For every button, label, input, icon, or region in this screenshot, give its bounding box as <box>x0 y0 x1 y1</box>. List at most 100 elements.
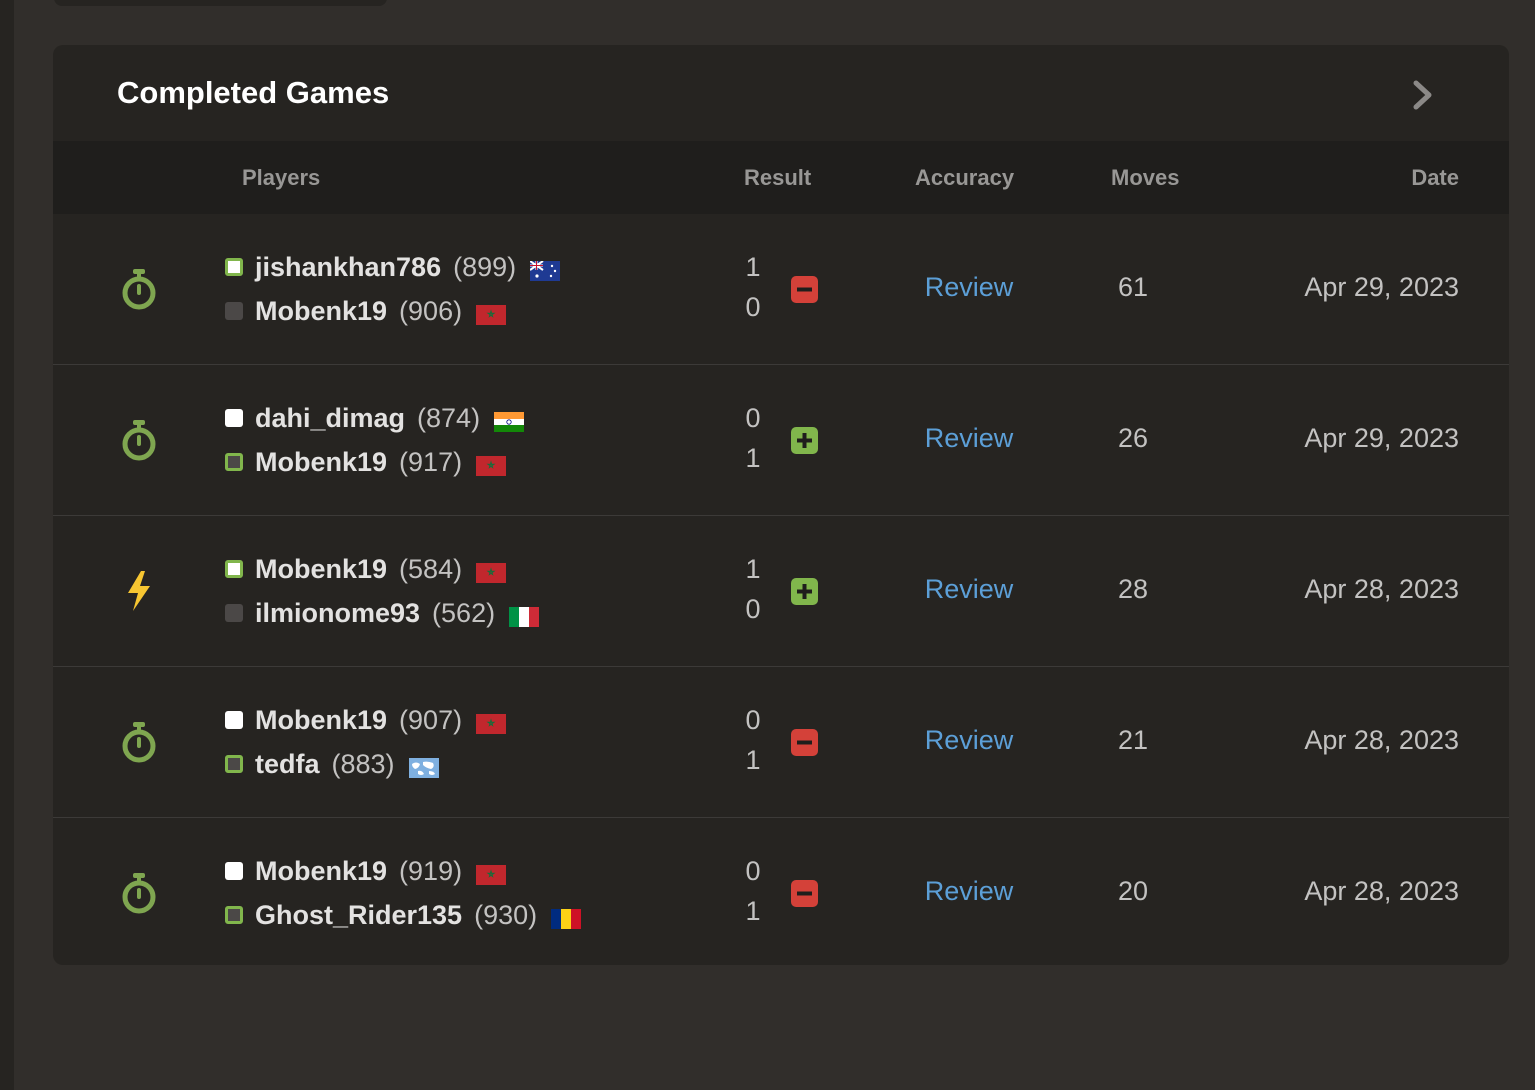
player-black: tedfa (883) <box>225 749 439 779</box>
view-all-button[interactable] <box>1405 77 1441 113</box>
stopwatch-icon <box>119 418 159 462</box>
white-piece-square <box>225 862 243 880</box>
player-rating: (874) <box>417 402 481 433</box>
loss-icon <box>791 729 818 756</box>
moves-count: 61 <box>1117 272 1149 302</box>
moves-count: 20 <box>1117 876 1149 906</box>
chevron-right-icon <box>1413 80 1432 110</box>
player-black: ilmionome93 (562) <box>225 597 540 629</box>
table-row[interactable]: jishankhan786 (899) Mobenk19 (906) 1 0 Review 6… <box>53 214 1509 365</box>
score-white: 0 <box>745 403 761 433</box>
morocco-flag <box>476 861 507 885</box>
score-black: 1 <box>745 896 761 926</box>
player-black: Mobenk19 (906) <box>225 295 507 327</box>
column-header-date: Date <box>1411 165 1459 190</box>
black-piece-square <box>225 604 243 622</box>
moves-count: 26 <box>1117 423 1149 453</box>
game-date: Apr 28, 2023 <box>1304 725 1459 755</box>
score-white: 1 <box>745 252 761 282</box>
column-header-players: Players <box>242 165 321 190</box>
player-name[interactable]: ilmionome93 <box>255 598 420 629</box>
australia-flag <box>529 257 561 281</box>
player-rating: (883) <box>331 748 395 779</box>
player-rating: (899) <box>453 251 517 282</box>
review-link[interactable]: Review <box>903 423 1035 454</box>
player-white: Mobenk19 (584) <box>225 553 507 585</box>
india-flag <box>494 408 525 432</box>
score-white: 0 <box>745 856 761 886</box>
morocco-flag <box>476 710 507 734</box>
world-flag <box>408 754 439 778</box>
player-name[interactable]: Mobenk19 <box>255 554 387 585</box>
white-piece-square <box>225 560 243 578</box>
review-link[interactable]: Review <box>903 876 1035 907</box>
score-black: 1 <box>745 745 761 775</box>
loss-icon <box>791 276 818 303</box>
score-black: 0 <box>745 292 761 322</box>
game-date: Apr 29, 2023 <box>1304 423 1459 453</box>
player-white: Mobenk19 (907) <box>225 704 507 736</box>
moves-count: 21 <box>1117 725 1149 755</box>
score-black: 1 <box>745 443 761 473</box>
win-icon <box>791 578 818 605</box>
score-white: 1 <box>745 554 761 584</box>
table-row[interactable]: Mobenk19 (919) Ghost_Rider135 (930) 0 1 Review… <box>53 818 1509 965</box>
player-rating: (930) <box>474 899 538 930</box>
morocco-flag <box>476 301 507 325</box>
black-piece-square <box>225 453 243 471</box>
table-row[interactable]: dahi_dimag (874) Mobenk19 (917) 0 1 Review 26 Ap… <box>53 365 1509 516</box>
games-table-body: jishankhan786 (899) Mobenk19 (906) 1 0 Review 6… <box>53 214 1509 965</box>
previous-panel-edge <box>54 0 387 6</box>
white-piece-square <box>225 258 243 276</box>
player-black: Ghost_Rider135 (930) <box>225 899 582 931</box>
player-rating: (562) <box>432 597 496 628</box>
table-row[interactable]: Mobenk19 (584) ilmionome93 (562) 1 0 Review 28 A… <box>53 516 1509 667</box>
white-piece-square <box>225 409 243 427</box>
player-rating: (917) <box>399 446 463 477</box>
review-link[interactable]: Review <box>903 725 1035 756</box>
black-piece-square <box>225 755 243 773</box>
column-header-accuracy: Accuracy <box>915 165 1015 190</box>
panel-header: Completed Games <box>53 45 1509 141</box>
game-date: Apr 28, 2023 <box>1304 876 1459 906</box>
player-rating: (919) <box>399 855 463 886</box>
player-white: jishankhan786 (899) <box>225 251 561 283</box>
black-piece-square <box>225 906 243 924</box>
player-name[interactable]: Ghost_Rider135 <box>255 900 462 931</box>
morocco-flag <box>476 559 507 583</box>
table-row[interactable]: Mobenk19 (907) tedfa (883) 0 1 Review 21 Apr 28,… <box>53 667 1509 818</box>
player-rating: (584) <box>399 553 463 584</box>
score-white: 0 <box>745 705 761 735</box>
player-name[interactable]: Mobenk19 <box>255 856 387 887</box>
column-header-result: Result <box>744 165 812 190</box>
romania-flag <box>551 905 582 929</box>
lightning-icon <box>119 569 159 613</box>
moves-count: 28 <box>1117 574 1149 604</box>
completed-games-panel: Completed Games Players Result Accuracy … <box>53 45 1509 965</box>
player-rating: (907) <box>399 704 463 735</box>
left-rail <box>0 0 14 1090</box>
player-white: dahi_dimag (874) <box>225 402 525 434</box>
player-name[interactable]: jishankhan786 <box>255 252 441 283</box>
player-name[interactable]: Mobenk19 <box>255 296 387 327</box>
game-date: Apr 29, 2023 <box>1304 272 1459 302</box>
column-header-moves: Moves <box>1111 165 1180 190</box>
player-name[interactable]: Mobenk19 <box>255 447 387 478</box>
italy-flag <box>509 603 540 627</box>
panel-title: Completed Games <box>117 75 390 110</box>
stopwatch-icon <box>119 871 159 915</box>
player-rating: (906) <box>399 295 463 326</box>
player-white: Mobenk19 (919) <box>225 855 507 887</box>
black-piece-square <box>225 302 243 320</box>
score-black: 0 <box>745 594 761 624</box>
review-link[interactable]: Review <box>903 574 1035 605</box>
review-link[interactable]: Review <box>903 272 1035 303</box>
player-name[interactable]: tedfa <box>255 749 320 780</box>
table-header: Players Result Accuracy Moves Date <box>53 141 1509 214</box>
loss-icon <box>791 880 818 907</box>
game-date: Apr 28, 2023 <box>1304 574 1459 604</box>
player-name[interactable]: Mobenk19 <box>255 705 387 736</box>
stopwatch-icon <box>119 267 159 311</box>
player-name[interactable]: dahi_dimag <box>255 403 405 434</box>
win-icon <box>791 427 818 454</box>
